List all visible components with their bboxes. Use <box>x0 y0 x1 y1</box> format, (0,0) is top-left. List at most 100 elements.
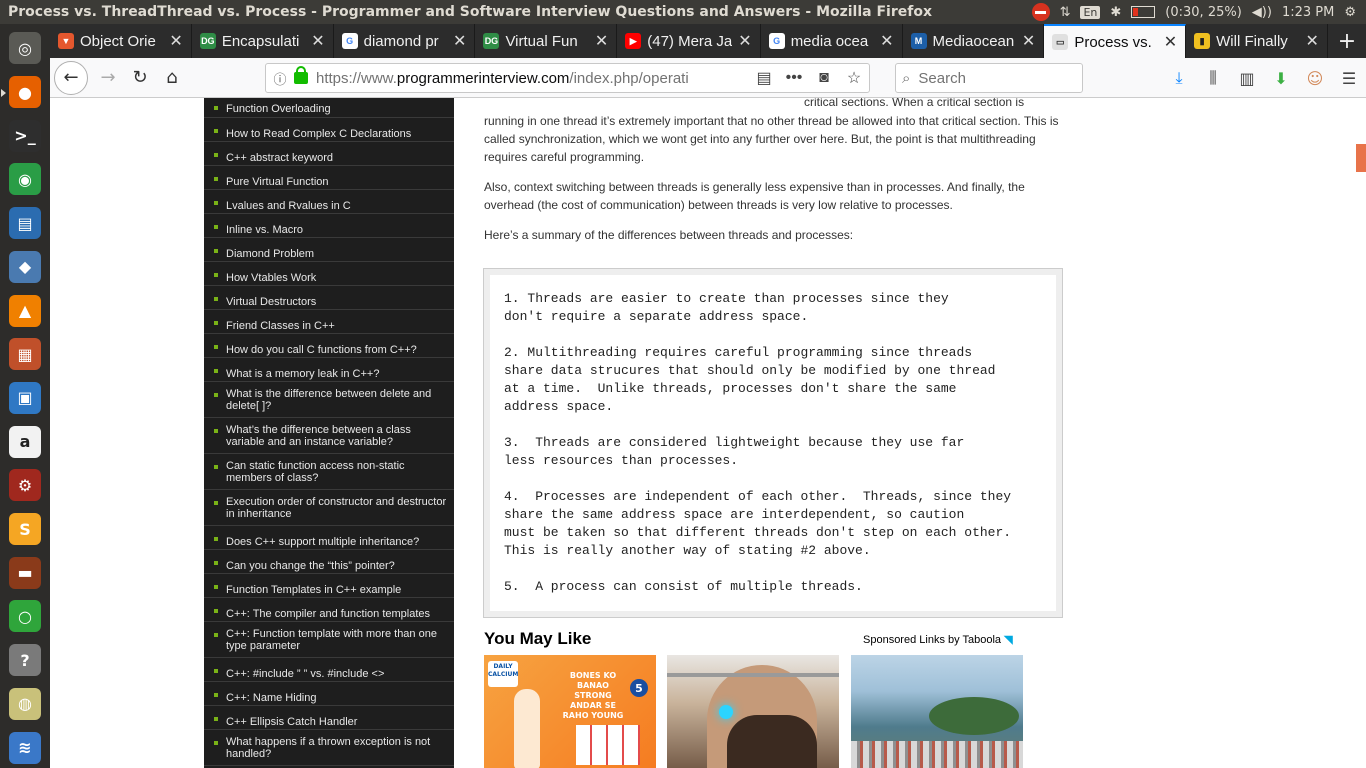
sidebar-link[interactable]: How to Read Complex C Declarations <box>204 118 454 142</box>
back-button[interactable]: ← <box>54 60 88 95</box>
sidebar-link[interactable]: C++: #include ” ” vs. #include <> <box>204 658 454 682</box>
extension-face-icon[interactable]: ☺ <box>1301 63 1329 93</box>
tab-close-icon[interactable]: ✕ <box>738 31 751 51</box>
file-manager-icon[interactable]: ▬ <box>5 552 45 593</box>
tab-close-icon[interactable]: ✕ <box>453 31 466 51</box>
terminal-icon[interactable]: >_ <box>5 115 45 156</box>
tab-close-icon[interactable]: ✕ <box>1164 32 1177 52</box>
ad-card-smartglasses[interactable] <box>667 655 839 768</box>
tab-close-icon[interactable]: ✕ <box>595 31 608 51</box>
browser-tab[interactable]: M Mediaocean ✕ <box>903 24 1045 58</box>
sidebar-link[interactable]: What is the difference between delete an… <box>204 382 454 418</box>
sidebar-link[interactable]: Inline vs. Macro <box>204 214 454 238</box>
sidebar-link[interactable]: Pure Virtual Function <box>204 166 454 190</box>
ad-card-island[interactable] <box>851 655 1023 768</box>
battery-icon[interactable] <box>1131 6 1156 18</box>
bluetooth-icon[interactable]: ✱ <box>1110 5 1121 20</box>
sidebar-link[interactable]: Function Overloading <box>204 98 454 118</box>
sponsor-link[interactable]: Sponsored Links by Taboola ◥ <box>863 633 1013 646</box>
browser-tab[interactable]: DG Virtual Fun ✕ <box>475 24 618 58</box>
browser-tab[interactable]: ▮ Will Finally ✕ <box>1186 24 1328 58</box>
system-gear-icon[interactable]: ⚙ <box>1344 5 1356 20</box>
browser-tab[interactable]: ▼ Object Orie ✕ <box>50 24 192 58</box>
browser-tab[interactable]: Gdiamond pr ✕ <box>334 24 476 58</box>
bookmark-star-icon[interactable]: ☆ <box>839 68 869 88</box>
vlc-icon[interactable]: ▲ <box>5 290 45 331</box>
code-text: 1. Threads are easier to create than pro… <box>490 275 1056 611</box>
sidebar-link[interactable]: Friend Classes in C++ <box>204 310 454 334</box>
battery-status[interactable]: (0:30, 25%) <box>1165 5 1242 20</box>
sidebar-link[interactable]: Function Templates in C++ example <box>204 574 454 598</box>
tab-close-icon[interactable]: ✕ <box>1022 31 1035 51</box>
home-button[interactable]: ⌂ <box>156 62 188 94</box>
writer-icon[interactable]: ▤ <box>5 203 45 244</box>
volume-icon[interactable]: ◀)) <box>1252 5 1272 20</box>
sidebar-toggle-icon[interactable]: ▥ <box>1233 63 1261 93</box>
sidebar-link[interactable]: Diamond Problem <box>204 238 454 262</box>
sidebar-link[interactable]: C++: Name Hiding <box>204 682 454 706</box>
monitor-icon[interactable]: ≋ <box>5 727 45 768</box>
ad-card-calcium[interactable]: DAILY CALCIUM BONES KO BANAO STRONG ANDA… <box>484 655 656 768</box>
sidebar-link[interactable]: How do you call C functions from C++? <box>204 334 454 358</box>
sidebar-link[interactable]: How Vtables Work <box>204 262 454 286</box>
reader-view-icon[interactable]: ▤ <box>749 68 779 88</box>
download-icon[interactable]: ⤓ <box>1165 63 1193 93</box>
help-icon[interactable]: ? <box>5 640 45 681</box>
stop-icon[interactable] <box>1031 3 1050 21</box>
sidebar-link[interactable]: Virtual Destructors <box>204 286 454 310</box>
extension-download-icon[interactable]: ⬇ <box>1267 63 1295 93</box>
tab-close-icon[interactable]: ✕ <box>169 31 182 51</box>
firefox-icon[interactable]: ● <box>1 72 45 113</box>
forward-button[interactable]: → <box>92 62 124 94</box>
ad-number: 5 <box>630 679 648 697</box>
pocket-icon[interactable]: ◙ <box>809 69 839 87</box>
clock[interactable]: 1:23 PM <box>1282 5 1334 20</box>
dash-icon[interactable]: ◎ <box>5 28 45 69</box>
sidebar-link[interactable]: Does C++ support multiple inheritance? <box>204 526 454 550</box>
refresh-app-icon[interactable]: ○ <box>5 596 45 637</box>
toolbar-icons: ⤓ ⫼ ▥ ⬇ ☺ ☰ <box>1165 63 1363 93</box>
topic-sidebar: Function Overloading How to Read Complex … <box>204 98 454 768</box>
search-input[interactable]: ⌕ Search <box>895 63 1083 93</box>
network-icon[interactable]: ⇅ <box>1060 5 1071 20</box>
sidebar-link[interactable]: Execution order of constructor and destr… <box>204 490 454 526</box>
tab-close-icon[interactable]: ✕ <box>880 31 893 51</box>
reload-button[interactable]: ↻ <box>124 62 156 94</box>
browser-tab[interactable]: ▭ Process vs. ✕ <box>1044 24 1187 58</box>
browser-tab[interactable]: DG Encapsulati ✕ <box>192 24 334 58</box>
impress-icon[interactable]: ▦ <box>5 334 45 375</box>
sublime-text-icon[interactable]: S <box>5 509 45 550</box>
site-info-icon[interactable]: ⓘ <box>266 69 294 88</box>
browser-tab[interactable]: Gmedia ocea ✕ <box>761 24 903 58</box>
settings-icon[interactable]: ⚙ <box>5 465 45 506</box>
url-bar[interactable]: ⓘ https://www.programmerinterview.com/in… <box>265 63 870 93</box>
sidebar-link[interactable]: Can static function access non-static me… <box>204 454 454 490</box>
browser-tab[interactable]: ▶ (47) Mera Ja ✕ <box>617 24 761 58</box>
virtualbox-icon[interactable]: ▣ <box>5 378 45 419</box>
url-text[interactable]: https://www.programmerinterview.com/inde… <box>316 70 749 87</box>
audio-icon[interactable]: ◍ <box>5 684 45 725</box>
chrome-icon[interactable]: ◉ <box>5 159 45 200</box>
library-icon[interactable]: ⫼ <box>1199 63 1227 93</box>
sidebar-link[interactable]: What happens if a thrown exception is no… <box>204 730 454 766</box>
sidebar-link[interactable]: What’s the difference between a class va… <box>204 418 454 454</box>
sidebar-link[interactable]: C++: Function template with more than on… <box>204 622 454 658</box>
sidebar-link[interactable]: C++ abstract keyword <box>204 142 454 166</box>
sidebar-link[interactable]: C++ Ellipsis Catch Handler <box>204 706 454 730</box>
ad-beard-image <box>727 715 817 768</box>
sublime-drop-icon[interactable]: ◆ <box>5 247 45 288</box>
scrollbar-thumb[interactable] <box>1356 144 1366 172</box>
sidebar-link[interactable]: Can you change the “this” pointer? <box>204 550 454 574</box>
tab-favicon-icon: DG <box>483 33 500 49</box>
tab-favicon-icon: M <box>910 33 927 49</box>
tab-close-icon[interactable]: ✕ <box>1306 31 1319 51</box>
amazon-icon[interactable]: a <box>5 421 45 462</box>
sidebar-link[interactable]: Lvalues and Rvalues in C <box>204 190 454 214</box>
menu-icon[interactable]: ☰ <box>1335 63 1363 93</box>
tab-close-icon[interactable]: ✕ <box>311 31 324 51</box>
keyboard-layout-indicator[interactable]: En <box>1080 5 1101 19</box>
page-actions-icon[interactable]: ••• <box>779 69 809 87</box>
sidebar-link[interactable]: What is a memory leak in C++? <box>204 358 454 382</box>
new-tab-button[interactable]: + <box>1328 24 1366 58</box>
sidebar-link[interactable]: C++: The compiler and function templates <box>204 598 454 622</box>
